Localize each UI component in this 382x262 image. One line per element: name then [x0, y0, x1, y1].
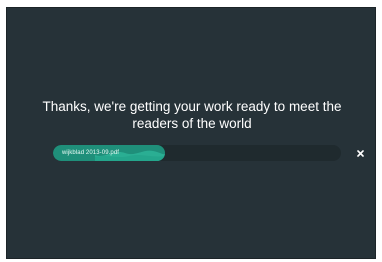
- cancel-upload-button[interactable]: [353, 145, 367, 161]
- upload-progress-track: wijkblad 2013-09.pdf: [53, 145, 341, 161]
- status-message-line-2: readers of the world: [132, 116, 252, 131]
- status-message-line-1: Thanks, we're getting your work ready to…: [42, 99, 342, 114]
- file-upload-row: wijkblad 2013-09.pdf: [53, 145, 364, 161]
- upload-status-message: Thanks, we're getting your work ready to…: [7, 98, 377, 132]
- upload-progress-fill: wijkblad 2013-09.pdf: [53, 145, 166, 161]
- close-icon: [356, 149, 364, 157]
- upload-panel: Thanks, we're getting your work ready to…: [6, 7, 376, 259]
- upload-file-name: wijkblad 2013-09.pdf: [62, 150, 120, 156]
